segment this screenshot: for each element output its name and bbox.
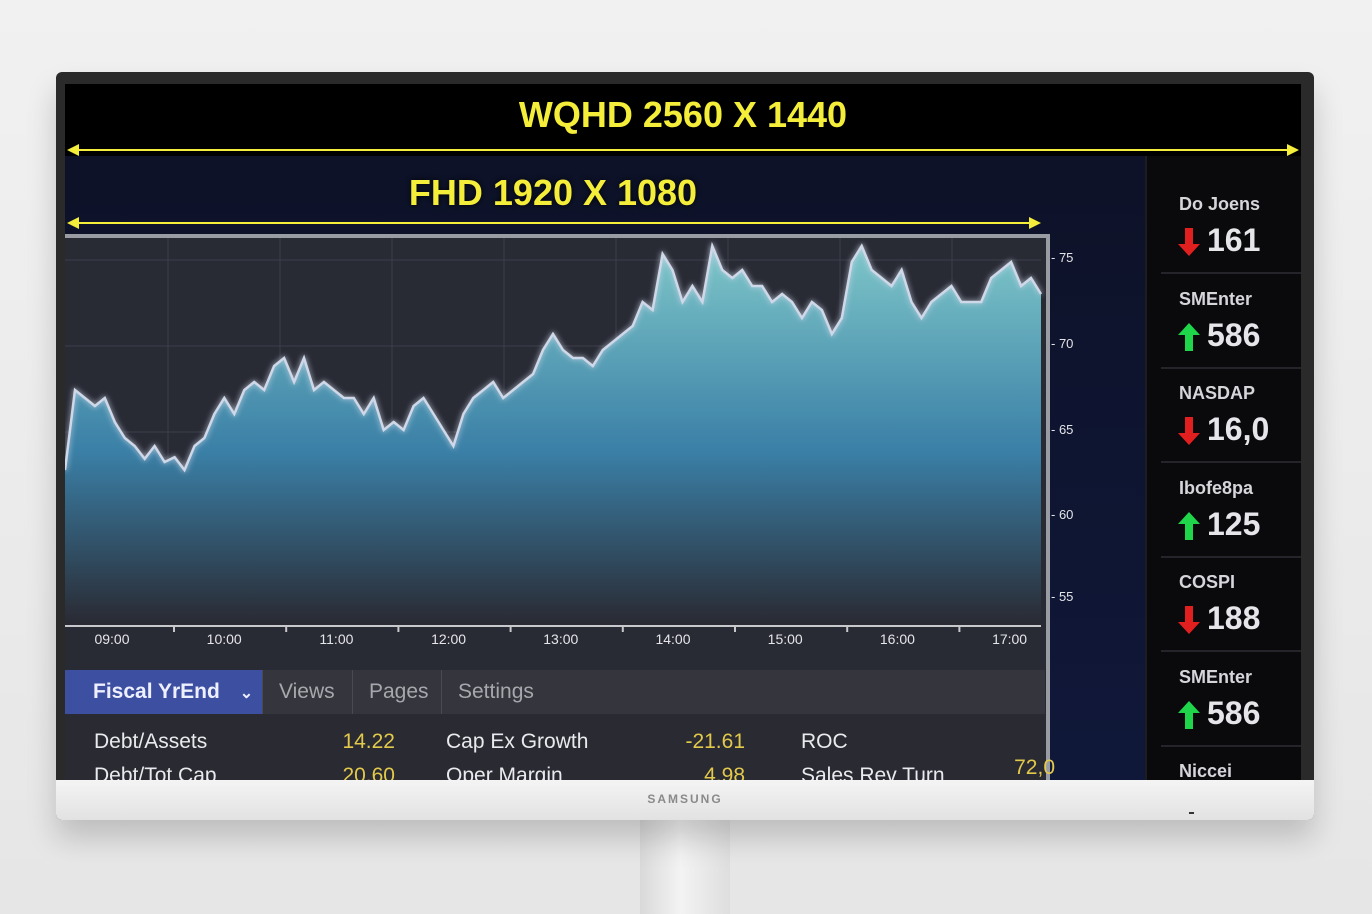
y-tick-label: - 65 [1051, 422, 1074, 437]
y-tick-label: - 60 [1051, 507, 1074, 522]
ticker-name: NASDAP [1179, 383, 1256, 403]
ticker-value: 125 [1207, 505, 1261, 542]
x-tick-label: 13:00 [543, 631, 578, 647]
ticker-value: 161 [1207, 222, 1261, 258]
metric-label: ROC [801, 730, 848, 753]
fhd-label: FHD 1920 X 1080 [408, 172, 698, 213]
metric-label: Sales Rev Turn [801, 764, 945, 780]
metric-value: 72,0 [1014, 756, 1055, 779]
chevron-down-icon: ⌄ [239, 685, 254, 702]
metric-value: 14.22 [342, 730, 395, 753]
metrics-table: Debt/Assets 14.22 Cap Ex Growth -21.61 R… [65, 714, 1055, 780]
ticker-value: 16,0 [1207, 411, 1270, 447]
x-tick-label: 17:00 [992, 631, 1027, 647]
arrow-down-icon [1178, 228, 1200, 256]
metric-label: Debt/Assets [94, 730, 208, 753]
x-tick-label: 14:00 [655, 631, 690, 647]
ticker-name: SMEnter [1179, 288, 1253, 309]
series-area [65, 246, 1041, 622]
tab-pages[interactable]: Pages [353, 670, 442, 714]
tab-fiscal-yrend[interactable]: Fiscal YrEnd ⌄ [65, 670, 263, 714]
ticker-item[interactable]: Do Joens 161 [1161, 178, 1301, 274]
tab-views[interactable]: Views [263, 670, 353, 714]
metric-value: 20.60 [342, 764, 395, 780]
ticker-item[interactable]: Niccei [1161, 745, 1301, 780]
tab-bar: Fiscal YrEnd ⌄ Views Pages Settings [65, 670, 1045, 714]
ticker-name: SMEnter [1179, 666, 1253, 687]
ticker-name: COSPI [1179, 572, 1236, 592]
ticker-item[interactable]: Ibofe8pa 125 [1161, 462, 1301, 558]
tab-fiscal-label: Fiscal YrEnd [93, 680, 220, 703]
x-tick-label: 10:00 [207, 631, 242, 647]
fhd-arrow-icon [67, 217, 1041, 229]
x-tick-label: 09:00 [94, 631, 129, 647]
x-tick-label: 12:00 [431, 631, 466, 647]
metric-value: 4.98 [704, 764, 745, 780]
ticker-name: Ibofe8pa [1179, 477, 1254, 498]
metric-label: Debt/Tot Cap [94, 764, 217, 780]
power-led [1189, 812, 1194, 814]
ticker-item[interactable]: SMEnter 586 [1161, 273, 1301, 369]
metric-value: -21.61 [685, 730, 745, 753]
monitor-screen: WQHD 2560 X 1440 FHD 1920 X 1080 09:00 10… [65, 84, 1301, 780]
arrow-up-icon [1178, 511, 1200, 540]
wqhd-arrow-icon [67, 144, 1299, 156]
y-tick-label: - 75 [1051, 250, 1074, 265]
metric-label: Cap Ex Growth [446, 730, 589, 753]
x-tick-label: 16:00 [880, 631, 915, 647]
ticker-name: Niccei [1179, 761, 1233, 780]
price-area-chart: 09:00 10:00 11:00 12:00 13:00 14:00 15:00 16:00… [65, 238, 1043, 647]
ticker-item[interactable]: NASDAP 16,0 [1161, 367, 1301, 463]
ticker-item[interactable]: SMEnter 586 [1161, 651, 1301, 747]
metric-label: Oper Margin [446, 764, 563, 780]
arrow-down-icon [1178, 417, 1200, 445]
wqhd-label: WQHD 2560 X 1440 [518, 94, 848, 135]
ticker-value: 188 [1207, 600, 1261, 636]
monitor-bezel: SAMSUNG [56, 780, 1314, 820]
x-tick-label: 11:00 [319, 631, 353, 647]
y-tick-label: - 55 [1051, 589, 1074, 604]
ticker-item[interactable]: COSPI 188 [1161, 556, 1301, 652]
brand-logo: SAMSUNG [647, 792, 723, 806]
tab-settings[interactable]: Settings [442, 670, 562, 714]
arrow-up-icon [1178, 700, 1200, 729]
y-tick-label: - 70 [1051, 336, 1074, 351]
monitor-stand [640, 818, 730, 914]
arrow-down-icon [1178, 606, 1200, 634]
ticker-value: 586 [1207, 694, 1261, 731]
ticker-name: Do Joens [1179, 194, 1261, 214]
ticker-value: 586 [1207, 316, 1261, 353]
x-tick-label: 15:00 [768, 631, 803, 647]
arrow-up-icon [1178, 322, 1200, 351]
